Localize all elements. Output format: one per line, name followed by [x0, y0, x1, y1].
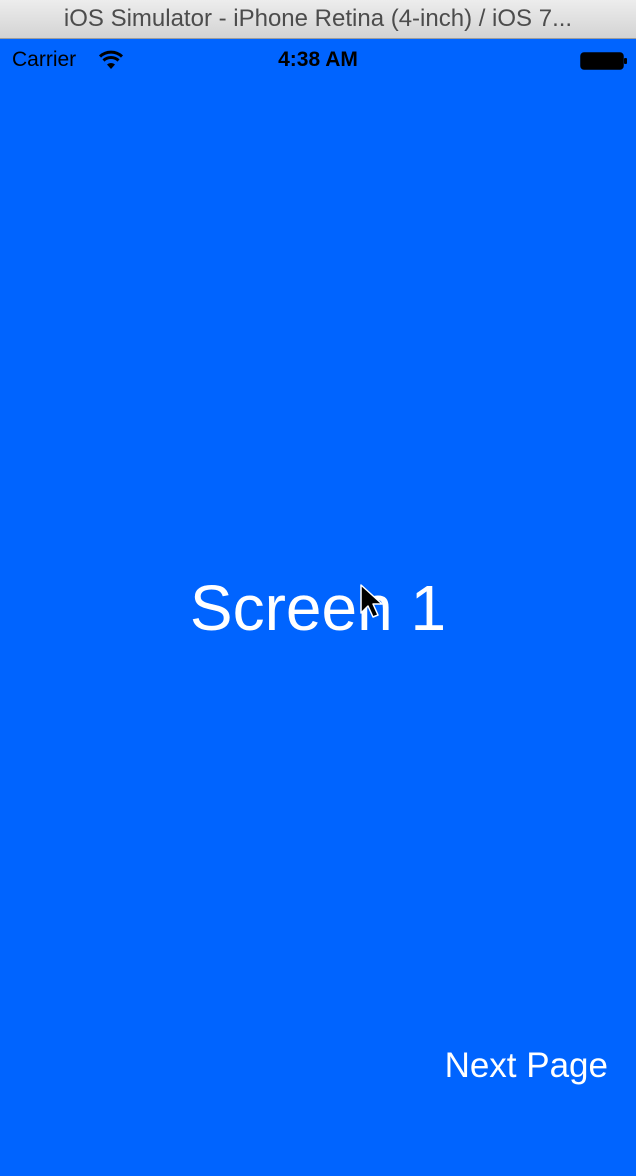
window-title-bar: iOS Simulator - iPhone Retina (4-inch) /… [0, 0, 636, 39]
status-bar: Carrier 4:38 AM [0, 40, 636, 82]
next-page-button[interactable]: Next Page [445, 1046, 608, 1086]
battery-icon [580, 52, 627, 70]
status-time: 4:38 AM [278, 48, 358, 71]
mouse-pointer-icon [360, 584, 383, 618]
window-title: iOS Simulator - iPhone Retina (4-inch) /… [63, 5, 573, 32]
simulator-window: iOS Simulator - iPhone Retina (4-inch) /… [0, 0, 636, 1176]
screen-title: Screen 1 [189, 572, 447, 644]
